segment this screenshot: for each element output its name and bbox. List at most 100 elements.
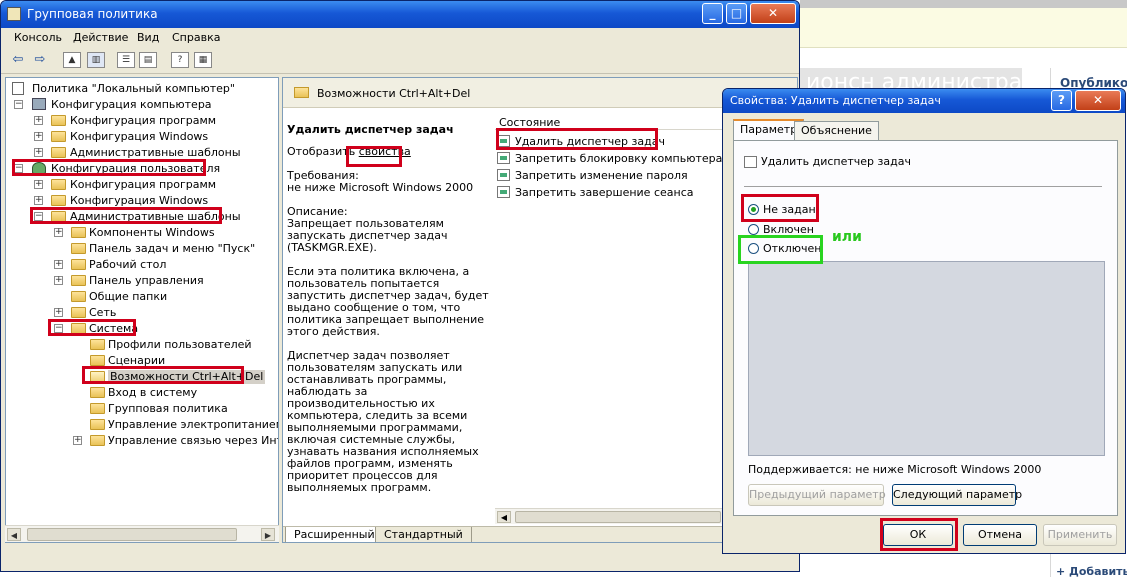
maximize-button[interactable]: □	[726, 3, 747, 24]
tree-item-label: Профили пользователей	[108, 338, 252, 351]
description-text: Диспетчер задач позволяет пользователям …	[287, 349, 479, 494]
background-header-band	[800, 8, 1127, 48]
dialog-title-bar[interactable]: Свойства: Удалить диспетчер задач ? ✕	[723, 89, 1125, 113]
help-icon[interactable]: ?	[171, 52, 189, 68]
options-area	[748, 261, 1105, 456]
policy-setting-icon	[497, 169, 510, 181]
folder-icon	[51, 115, 66, 126]
highlight-remove-task-manager	[496, 128, 658, 150]
up-folder-icon[interactable]: ▲	[63, 52, 81, 68]
export-list-icon[interactable]: ▤	[139, 52, 157, 68]
expand-icon[interactable]: +	[34, 116, 43, 125]
cancel-button[interactable]: Отмена	[963, 524, 1037, 546]
folder-icon	[51, 195, 66, 206]
help-button[interactable]: ?	[1051, 90, 1072, 111]
forward-arrow-icon[interactable]: ⇨	[31, 52, 49, 68]
folder-icon	[51, 131, 66, 142]
highlight-ctrl-alt-del	[82, 366, 244, 384]
tree-item-label: Сеть	[89, 306, 117, 319]
tree-item-label: Административные шаблоны	[70, 146, 241, 159]
tree-horizontal-scrollbar[interactable]: ◀ ▶	[5, 525, 279, 542]
folder-icon	[71, 291, 86, 302]
tree-item-label: Конфигурация программ	[70, 114, 217, 127]
tree-item-label: Конфигурация компьютера	[51, 98, 212, 111]
toolbar: ⇦ ⇨ ▲ ▥ ☰ ▤ ? ▦	[1, 48, 799, 74]
expand-icon[interactable]: +	[73, 436, 82, 445]
highlight-properties-link	[346, 146, 402, 167]
expand-icon[interactable]: +	[34, 148, 43, 157]
separator	[744, 186, 1102, 187]
scroll-right-icon[interactable]: ▶	[261, 528, 275, 541]
or-annotation: или	[832, 229, 862, 245]
computer-icon	[32, 98, 46, 110]
background-top-band	[800, 0, 1127, 8]
apply-button[interactable]: Применить	[1043, 524, 1117, 546]
folder-icon	[294, 87, 309, 98]
expand-icon[interactable]: +	[54, 276, 63, 285]
menu-help[interactable]: Справка	[172, 31, 220, 44]
list-item-label: Запретить изменение пароля	[515, 169, 688, 182]
policy-setting-icon	[744, 156, 757, 168]
folder-icon	[90, 355, 105, 366]
window-title: Групповая политика	[27, 7, 158, 21]
previous-setting-button[interactable]: Предыдущий параметр	[748, 484, 886, 506]
collapse-icon[interactable]: −	[14, 100, 23, 109]
expand-icon[interactable]: +	[34, 132, 43, 141]
folder-icon	[71, 307, 86, 318]
tree-pane: Политика "Локальный компьютер" − Конфигу…	[5, 77, 279, 543]
show-tree-icon[interactable]: ▥	[87, 52, 105, 68]
back-arrow-icon[interactable]: ⇦	[9, 52, 27, 68]
highlight-system	[48, 319, 136, 336]
highlight-user-config	[12, 159, 206, 176]
supported-text: Поддерживается: не ниже Microsoft Window…	[748, 463, 1042, 476]
policy-description: Удалить диспетчер задач Отобразить свойс…	[287, 124, 491, 506]
show-prefix: Отобразить	[287, 145, 356, 158]
policy-setting-icon	[497, 152, 510, 164]
scroll-left-icon[interactable]: ◀	[497, 511, 511, 523]
snapin-icon[interactable]: ▦	[194, 52, 212, 68]
folder-icon	[51, 179, 66, 190]
expand-icon[interactable]: +	[54, 308, 63, 317]
folder-icon	[90, 435, 105, 446]
description-text: Если эта политика включена, а пользовате…	[287, 265, 489, 338]
expand-icon[interactable]: +	[34, 180, 43, 189]
title-bar[interactable]: Групповая политика _ □ ✕	[1, 1, 799, 28]
expand-icon[interactable]: +	[34, 196, 43, 205]
minimize-button[interactable]: _	[702, 3, 723, 24]
highlight-disabled	[738, 235, 823, 264]
tab-extended[interactable]: Расширенный	[285, 527, 384, 542]
folder-icon	[71, 275, 86, 286]
menu-console[interactable]: Консоль	[14, 31, 62, 44]
scroll-thumb[interactable]	[515, 511, 721, 523]
policy-title: Удалить диспетчер задач	[744, 155, 911, 168]
scroll-left-icon[interactable]: ◀	[7, 528, 21, 541]
content-header-title: Возможности Ctrl+Alt+Del	[317, 87, 471, 100]
next-setting-button[interactable]: Следующий параметр	[892, 484, 1022, 506]
menu-action[interactable]: Действие	[73, 31, 128, 44]
radio-dot[interactable]	[748, 224, 759, 235]
dialog-close-button[interactable]: ✕	[1075, 90, 1121, 111]
expand-icon[interactable]: +	[54, 228, 63, 237]
tree-item-label: Конфигурация Windows	[70, 194, 209, 207]
properties-icon[interactable]: ☰	[117, 52, 135, 68]
folder-icon	[71, 243, 86, 254]
policy-setting-icon	[497, 186, 510, 198]
tree-item-label: Групповая политика	[108, 402, 228, 415]
tab-explain[interactable]: Объяснение	[794, 121, 879, 141]
tab-standard[interactable]: Стандартный	[375, 527, 472, 542]
expand-icon[interactable]: +	[54, 260, 63, 269]
policy-doc-icon	[12, 82, 24, 95]
folder-icon	[90, 419, 105, 430]
tree-item-label: Компоненты Windows	[89, 226, 215, 239]
tree-item-label: Политика "Локальный компьютер"	[32, 82, 235, 95]
background-add-link[interactable]: + Добавить	[1056, 565, 1127, 578]
menu-bar: Консоль Действие Вид Справка	[1, 28, 799, 48]
content-header: Возможности Ctrl+Alt+Del	[283, 78, 797, 108]
tree-item-label: Конфигурация программ	[70, 178, 217, 191]
scroll-thumb[interactable]	[27, 528, 237, 541]
folder-icon	[90, 403, 105, 414]
app-icon	[7, 7, 21, 21]
close-button[interactable]: ✕	[750, 3, 796, 24]
menu-view[interactable]: Вид	[137, 31, 159, 44]
highlight-ok	[880, 518, 958, 551]
